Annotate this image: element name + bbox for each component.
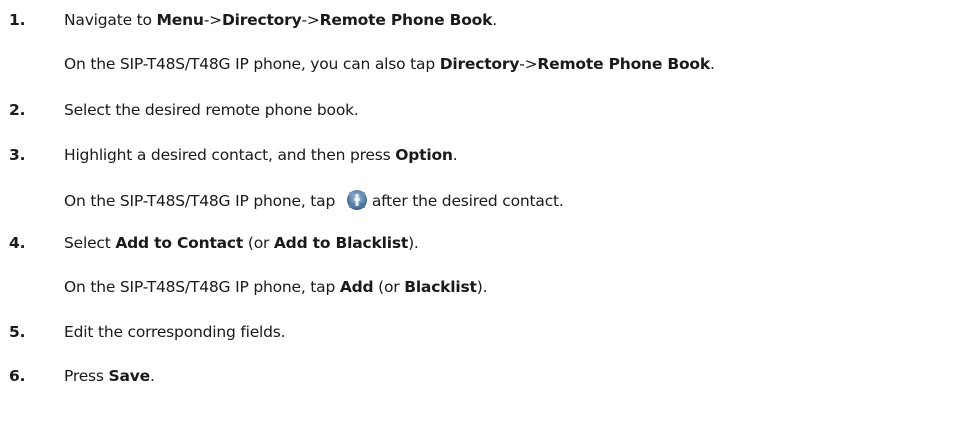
text-fragment: On the SIP-T48S/T48G IP phone, tap <box>64 192 340 210</box>
arrow-separator: -> <box>301 11 320 29</box>
text-fragment: Navigate to <box>64 11 157 29</box>
add-to-contact-label: Add to Contact <box>115 234 244 252</box>
step-number: 3. <box>9 146 26 164</box>
text-fragment: Press <box>64 367 109 385</box>
add-label: Add <box>339 278 374 296</box>
procedure-list: 1. Navigate to Menu->Directory->Remote P… <box>0 0 965 434</box>
remote-phone-book-label: Remote Phone Book <box>319 11 493 29</box>
step-number: 1. <box>9 11 26 29</box>
step-text: Select the desired remote phone book. <box>64 101 359 119</box>
text-fragment: . <box>492 11 497 29</box>
add-to-blacklist-label: Add to Blacklist <box>273 234 409 252</box>
directory-label: Directory <box>221 11 302 29</box>
step-text: Edit the corresponding fields. <box>64 323 286 341</box>
text-fragment: Select <box>64 234 116 252</box>
step-number: 2. <box>9 101 26 119</box>
step-number: 4. <box>9 234 26 252</box>
step-number: 5. <box>9 323 26 341</box>
step-number: 6. <box>9 367 26 385</box>
step-note: On the SIP-T48S/T48G IP phone, you can a… <box>64 54 715 74</box>
text-fragment: On the SIP-T48S/T48G IP phone, you can a… <box>64 55 440 73</box>
step-note: On the SIP-T48S/T48G IP phone, tap after… <box>64 189 564 211</box>
step-text: Highlight a desired contact, and then pr… <box>64 145 458 165</box>
text-fragment: . <box>149 367 155 385</box>
directory-label: Directory <box>439 55 520 73</box>
menu-label: Menu <box>156 11 204 29</box>
text-fragment: . <box>452 146 458 164</box>
option-label: Option <box>395 146 453 164</box>
text-fragment: Highlight a desired contact, and then pr… <box>64 146 396 164</box>
blacklist-label: Blacklist <box>404 278 477 296</box>
text-fragment: after the desired contact. <box>371 192 564 210</box>
step-text: Select Add to Contact (or Add to Blackli… <box>64 233 419 253</box>
text-fragment: On the SIP-T48S/T48G IP phone, tap <box>64 278 340 296</box>
text-fragment: . <box>710 55 715 73</box>
arrow-separator: -> <box>519 55 538 73</box>
text-fragment: (or <box>373 278 405 296</box>
text-fragment: ). <box>408 234 419 252</box>
step-text: Press Save. <box>64 366 155 386</box>
arrow-separator: -> <box>203 11 222 29</box>
text-fragment: (or <box>243 234 274 252</box>
contact-option-icon <box>346 189 368 211</box>
text-fragment: ). <box>476 278 488 296</box>
step-text: Navigate to Menu->Directory->Remote Phon… <box>64 10 497 30</box>
save-label: Save <box>108 367 151 385</box>
step-note: On the SIP-T48S/T48G IP phone, tap Add (… <box>64 277 488 297</box>
remote-phone-book-label: Remote Phone Book <box>537 55 710 73</box>
